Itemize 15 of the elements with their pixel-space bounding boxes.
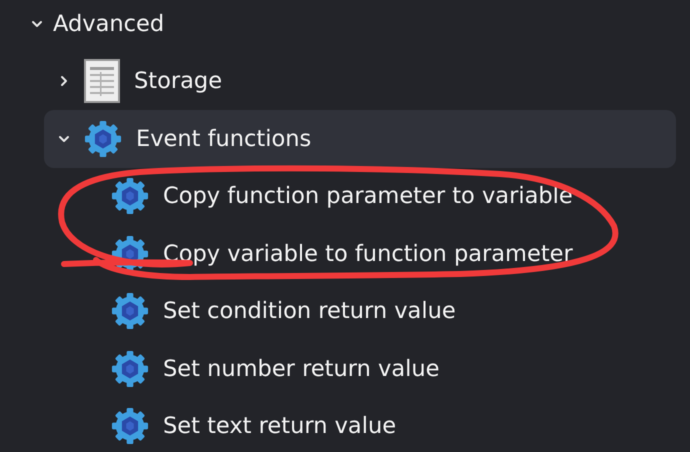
gear-icon xyxy=(111,407,149,446)
tree-item-label[interactable]: Set number return value xyxy=(163,356,440,382)
tree-item-label[interactable]: Copy function parameter to variable xyxy=(163,183,573,210)
tree-item-label[interactable]: Set condition return value xyxy=(163,298,456,324)
gear-icon xyxy=(111,292,149,330)
tree-item-label[interactable]: Advanced xyxy=(53,10,164,37)
spreadsheet-icon xyxy=(84,59,120,104)
gear-icon xyxy=(111,350,149,388)
tree-item-label[interactable]: Storage xyxy=(134,68,222,94)
tree-item-label[interactable]: Set text return value xyxy=(163,413,396,440)
selected-tree-row[interactable]: Event functions xyxy=(44,110,676,168)
gear-icon xyxy=(84,120,122,158)
gear-icon xyxy=(111,177,149,216)
gear-icon xyxy=(111,234,149,273)
tree-item-label[interactable]: Event functions xyxy=(136,126,312,152)
